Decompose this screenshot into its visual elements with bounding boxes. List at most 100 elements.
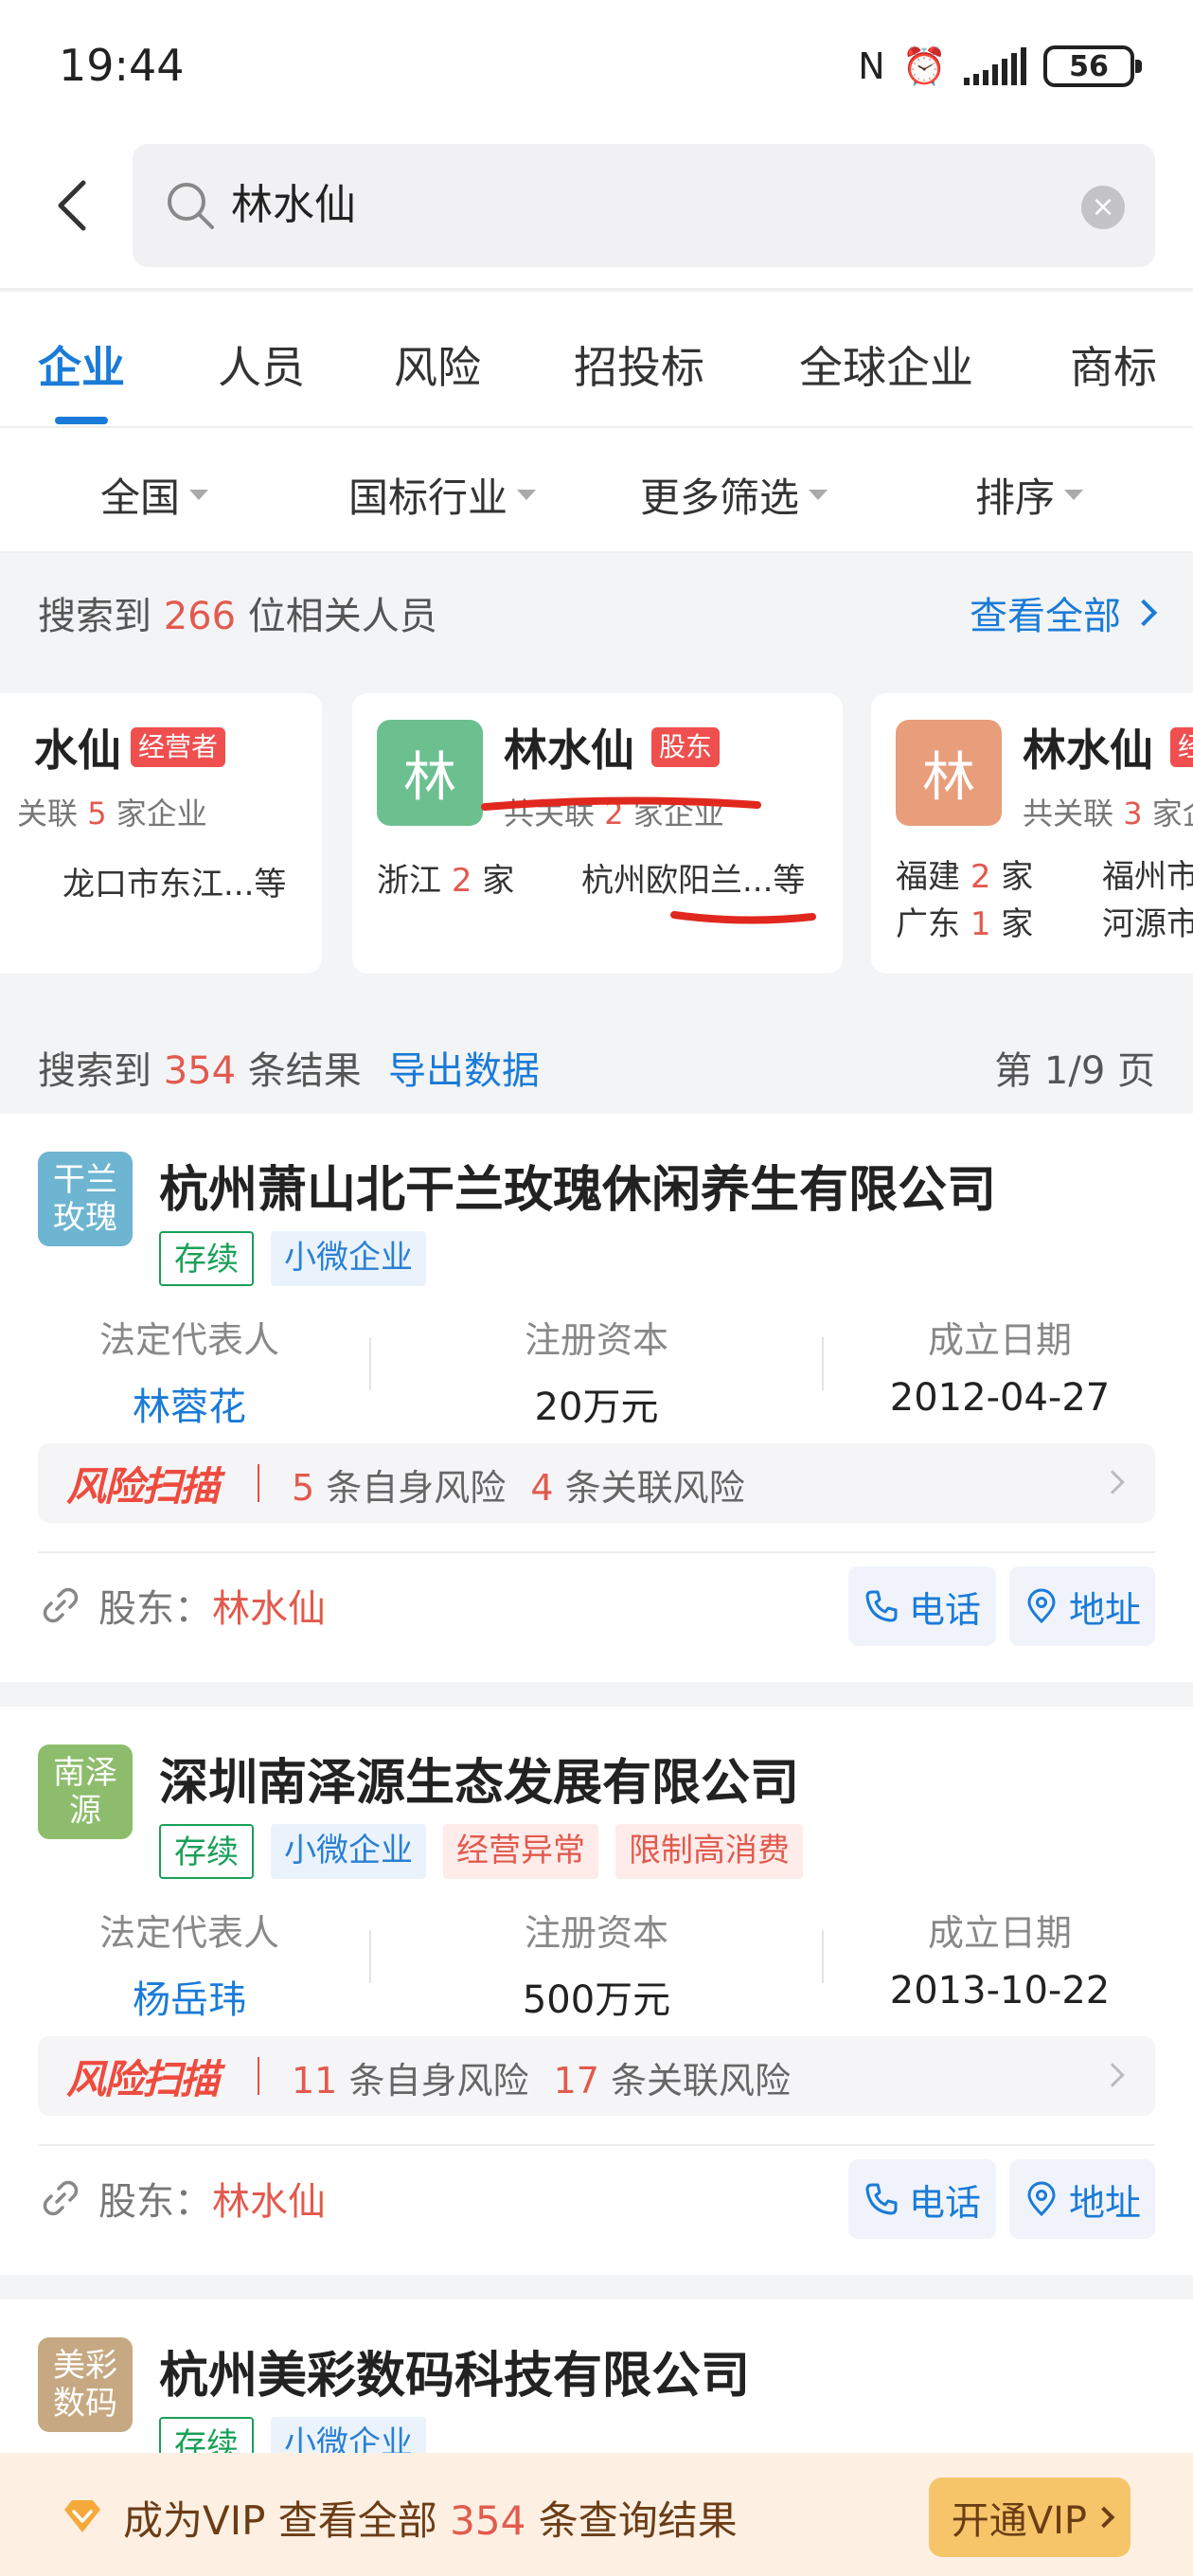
company-card[interactable]: 南泽源 深圳南泽源生态发展有限公司 存续 小微企业 经营异常 限制高消费 法定代… (0, 1707, 1193, 2275)
view-all-persons-link[interactable]: 查看全部 (970, 585, 1158, 640)
results-summary: 搜索到 354 条结果 导出数据 第 1/9 页 (0, 1006, 1193, 1114)
chevron-right-icon (1100, 1470, 1125, 1494)
chevron-right-icon (1093, 2506, 1115, 2529)
legal-rep-link[interactable]: 林蓉花 (38, 1376, 341, 1431)
company-logo: 干兰玫瑰 (38, 1152, 133, 1246)
person-card[interactable]: 水仙 经营者 关联 5 家企业 龙口市东江...等 (0, 693, 322, 974)
category-tabs: 企业 人员 风险 招投标 全球企业 商标 (0, 292, 1193, 428)
tab-global-enterprise[interactable]: 全球企业 (799, 333, 973, 396)
founded-col: 成立日期 2012-04-27 (889, 1319, 1111, 1420)
person-region: 浙江 2 家 (377, 862, 515, 900)
person-name: 林水仙 (1023, 724, 1153, 776)
address-button[interactable]: 地址 (1009, 1566, 1155, 1646)
person-company: 龙口市东江...等 (62, 866, 287, 903)
link-icon (43, 2180, 79, 2216)
company-tags: 存续 小微企业 经营异常 限制高消费 (159, 1824, 803, 1879)
filter-region[interactable]: 全国 (100, 466, 209, 524)
divider (822, 1930, 824, 1983)
active-tab-indicator (55, 417, 108, 424)
caret-down-icon (189, 490, 209, 500)
risk-scan-logo: 风险扫描 (66, 1463, 220, 1510)
divider (369, 1930, 371, 1983)
person-card[interactable]: 林 林水仙 经 共关联 3 家企 福建 2 家 广东 1 家 福州市 河源市 (871, 693, 1193, 974)
person-name: 水仙 (34, 724, 121, 776)
company-meta: 法定代表人 杨岳玮 注册资本 500万元 成立日期 2013-10-22 (0, 1904, 1193, 2022)
clear-icon[interactable]: × (1081, 186, 1125, 229)
open-vip-button[interactable]: 开通VIP (928, 2478, 1131, 2557)
abnormal-badge: 经营异常 (443, 1824, 598, 1879)
company-tags: 存续 小微企业 (159, 1231, 426, 1286)
company-name[interactable]: 深圳南泽源生态发展有限公司 (159, 1743, 799, 1814)
shareholder-row: 股东： 林水仙 (38, 1578, 326, 1633)
size-badge: 小微企业 (271, 1824, 426, 1879)
status-badge: 存续 (159, 1231, 254, 1286)
battery-icon: 56 (1043, 45, 1142, 87)
company-logo: 美彩数码 (38, 2337, 133, 2432)
status-time: 19:44 (59, 40, 185, 91)
search-header: 林水仙 × (0, 133, 1193, 290)
capital-col: 注册资本 500万元 (522, 1912, 671, 2022)
risk-scan-row[interactable]: 风险扫描 11 条自身风险 17 条关联风险 (38, 2036, 1155, 2116)
person-card[interactable]: 林 林水仙 股东 共关联 2 家企业 浙江 2 家 杭州欧阳兰...等 (352, 693, 843, 974)
company-name[interactable]: 杭州美彩数码科技有限公司 (159, 2335, 750, 2406)
tab-bidding[interactable]: 招投标 (574, 333, 704, 396)
red-underline-mark (670, 911, 816, 924)
status-icons: N ⏰ 56 (858, 44, 1142, 89)
page-indicator: 第 1/9 页 (994, 1049, 1155, 1093)
filter-bar: 全国 国标行业 更多筛选 排序 (0, 428, 1193, 553)
search-query: 林水仙 (231, 181, 356, 229)
red-underline-mark (481, 796, 761, 811)
results-count-label: 搜索到 354 条结果 (38, 1049, 362, 1093)
shareholder-link[interactable]: 林水仙 (212, 1578, 326, 1633)
phone-button[interactable]: 电话 (848, 1566, 996, 1646)
persons-count-label: 搜索到 266 位相关人员 (38, 595, 437, 638)
person-region: 福建 2 家 (896, 858, 1034, 896)
divider (369, 1337, 371, 1390)
person-region: 广东 1 家 (896, 905, 1034, 943)
filter-more[interactable]: 更多筛选 (640, 466, 828, 524)
person-role-tag: 股东 (651, 727, 721, 767)
vip-banner: 成为VIP 查看全部 354 条查询结果 开通VIP (0, 2453, 1193, 2576)
company-card[interactable]: 干兰玫瑰 杭州萧山北干兰玫瑰休闲养生有限公司 存续 小微企业 法定代表人 林蓉花… (0, 1114, 1193, 1682)
person-role-tag: 经营者 (131, 727, 226, 767)
founded-col: 成立日期 2013-10-22 (889, 1912, 1111, 2012)
person-company: 福州市 (1102, 858, 1193, 896)
risk-scan-logo: 风险扫描 (66, 2056, 220, 2102)
company-meta: 法定代表人 林蓉花 注册资本 20万元 成立日期 2012-04-27 (0, 1311, 1193, 1429)
restriction-badge: 限制高消费 (615, 1824, 803, 1879)
risk-summary: 5 条自身风险 4 条关联风险 (292, 1467, 745, 1509)
filter-sort[interactable]: 排序 (975, 466, 1084, 524)
search-icon (168, 183, 214, 229)
tab-enterprise[interactable]: 企业 (38, 333, 125, 396)
persons-carousel[interactable]: 水仙 经营者 关联 5 家企业 龙口市东江...等 林 林水仙 股东 共关联 2… (0, 665, 1193, 1004)
person-name: 林水仙 (504, 724, 634, 776)
phone-button[interactable]: 电话 (848, 2159, 996, 2239)
filter-industry[interactable]: 国标行业 (348, 466, 537, 524)
status-bar: 19:44 N ⏰ 56 (0, 0, 1193, 133)
legal-rep-col: 法定代表人 林蓉花 (38, 1311, 341, 1431)
capital-col: 注册资本 20万元 (524, 1319, 668, 1429)
location-pin-icon (1027, 1588, 1056, 1624)
divider (822, 1337, 824, 1390)
address-button[interactable]: 地址 (1009, 2159, 1155, 2239)
legal-rep-link[interactable]: 杨岳玮 (38, 1969, 341, 2024)
tab-trademark[interactable]: 商标 (1070, 333, 1157, 396)
divider (38, 2144, 1155, 2146)
signal-icon (964, 47, 1026, 85)
caret-down-icon (517, 490, 537, 500)
tab-people[interactable]: 人员 (218, 333, 305, 396)
export-data-link[interactable]: 导出数据 (388, 1040, 540, 1095)
tab-risk[interactable]: 风险 (394, 333, 481, 396)
risk-scan-row[interactable]: 风险扫描 5 条自身风险 4 条关联风险 (38, 1443, 1155, 1523)
search-input[interactable]: 林水仙 × (133, 144, 1155, 267)
back-button[interactable] (44, 172, 100, 239)
caret-down-icon (809, 490, 828, 500)
chevron-left-icon (58, 180, 86, 231)
divider (258, 1464, 259, 1502)
shareholder-link[interactable]: 林水仙 (212, 2171, 326, 2226)
link-icon (43, 1587, 79, 1623)
divider (258, 2057, 259, 2095)
divider (38, 1551, 1155, 1553)
company-name[interactable]: 杭州萧山北干兰玫瑰休闲养生有限公司 (159, 1150, 996, 1221)
person-company: 杭州欧阳兰...等 (581, 862, 806, 900)
